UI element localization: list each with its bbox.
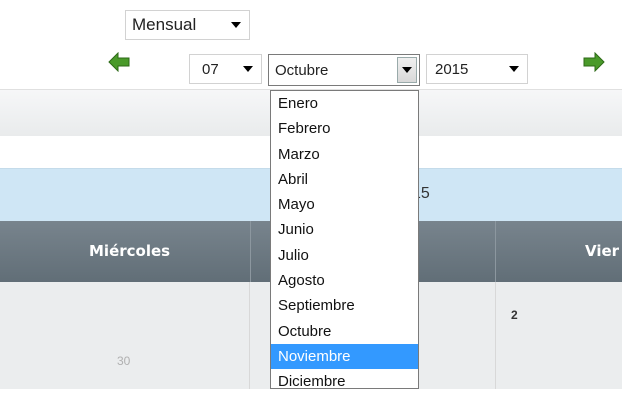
month-option-agosto[interactable]: Agosto	[271, 268, 418, 293]
previous-arrow-icon[interactable]	[108, 52, 130, 72]
chevron-down-icon	[243, 66, 253, 72]
view-select-value: Mensual	[132, 15, 197, 34]
month-option-mayo[interactable]: Mayo	[271, 192, 418, 217]
dropdown-button[interactable]	[397, 57, 417, 83]
day-cell[interactable]: 30	[0, 282, 250, 389]
chevron-down-icon	[231, 22, 241, 28]
month-option-septiembre[interactable]: Septiembre	[271, 293, 418, 318]
year-select-value: 2015	[435, 60, 469, 78]
day-select[interactable]: 07	[189, 54, 262, 84]
day-number: 2	[511, 308, 518, 322]
view-select[interactable]: Mensual	[125, 10, 250, 40]
column-divider	[250, 221, 251, 282]
month-option-junio[interactable]: Junio	[271, 217, 418, 242]
chevron-down-icon	[509, 66, 519, 72]
column-header-viernes: Vier	[585, 242, 620, 260]
year-select[interactable]: 2015	[426, 54, 528, 84]
column-divider	[495, 221, 496, 282]
day-number: 30	[117, 354, 131, 368]
month-option-noviembre[interactable]: Noviembre	[271, 343, 418, 370]
chevron-down-icon	[402, 67, 412, 73]
month-option-marzo[interactable]: Marzo	[271, 142, 418, 167]
month-option-enero[interactable]: Enero	[271, 91, 418, 116]
month-option-julio[interactable]: Julio	[271, 243, 418, 268]
month-option-octubre[interactable]: Octubre	[271, 319, 418, 344]
month-select[interactable]: Octubre	[268, 54, 420, 86]
next-arrow-icon[interactable]	[583, 52, 605, 72]
month-select-value: Octubre	[275, 61, 329, 79]
month-option-diciembre[interactable]: Diciembre	[271, 369, 418, 394]
month-dropdown-list[interactable]: Enero Febrero Marzo Abril Mayo Junio Jul…	[270, 90, 419, 390]
day-cell[interactable]: 2	[496, 282, 622, 389]
month-option-febrero[interactable]: Febrero	[271, 116, 418, 141]
column-header-miercoles: Miércoles	[89, 242, 171, 260]
day-select-value: 07	[202, 60, 219, 78]
month-option-abril[interactable]: Abril	[271, 167, 418, 192]
